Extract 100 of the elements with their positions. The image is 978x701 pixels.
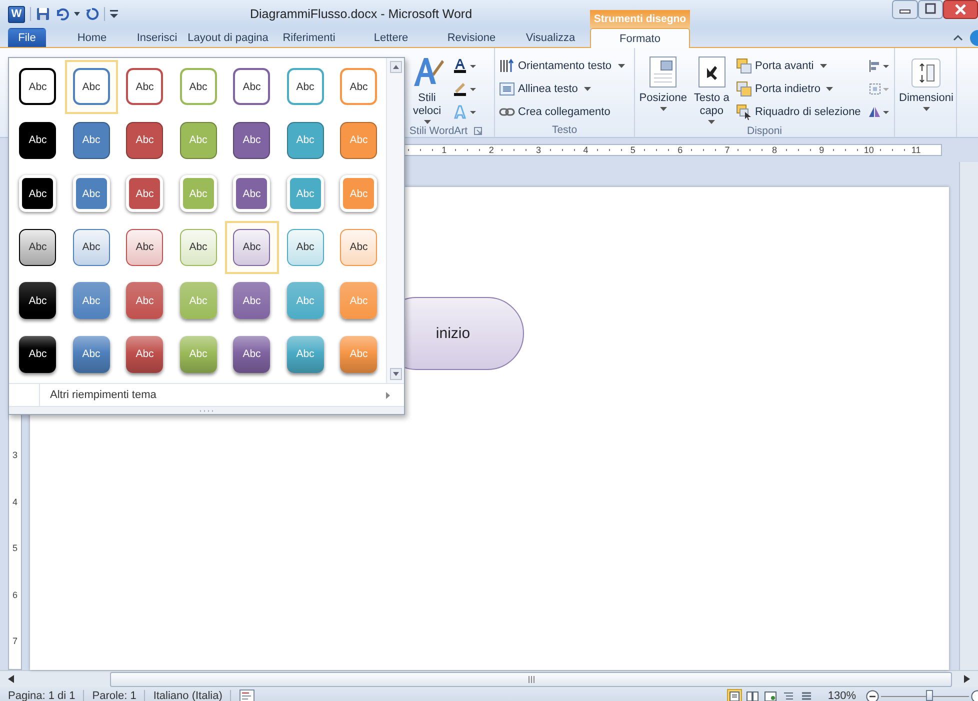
save-icon[interactable] [36, 7, 50, 21]
close-icon[interactable] [943, 0, 978, 19]
shape-style-option[interactable]: Abc [225, 328, 278, 381]
zoom-slider[interactable] [881, 689, 969, 701]
size-icon [911, 58, 942, 88]
scroll-up-icon[interactable] [390, 61, 402, 73]
shape-style-option[interactable]: Abc [118, 328, 172, 381]
shape-style-option[interactable]: Abc [225, 274, 278, 328]
resize-grip[interactable] [9, 406, 404, 414]
shape-style-option[interactable]: Abc [332, 60, 386, 114]
collapse-ribbon-icon[interactable] [953, 34, 963, 41]
gallery-scrollbar[interactable] [386, 58, 404, 384]
shape-style-option[interactable]: Abc [118, 60, 172, 114]
zoom-in-icon[interactable] [971, 690, 978, 701]
shape-style-option[interactable]: Abc [64, 167, 118, 220]
shape-style-option[interactable]: Abc [278, 60, 332, 114]
align-icon[interactable] [868, 58, 890, 73]
redo-icon[interactable] [85, 7, 99, 21]
ruler-number: 5 [12, 542, 18, 555]
ruler-number: 3 [12, 449, 18, 462]
file-tab[interactable]: File [8, 28, 46, 47]
ribbon-tab[interactable]: Home [58, 28, 126, 47]
shape-style-option[interactable]: Abc [64, 328, 118, 381]
shape-style-option[interactable]: Abc [225, 114, 278, 167]
minimize-icon[interactable] [892, 0, 918, 19]
ribbon-button[interactable]: Dimensioni [899, 52, 954, 137]
print-layout-icon [728, 690, 741, 701]
dialog-launcher-icon[interactable] [474, 126, 482, 134]
view-button[interactable] [744, 689, 760, 701]
caret-icon [708, 120, 716, 124]
shape-style-option[interactable]: Abc [118, 114, 172, 167]
maximize-icon[interactable] [918, 0, 943, 19]
ribbon-button[interactable]: Stili veloci [407, 52, 447, 124]
text-fill-icon[interactable] [453, 58, 477, 73]
shape-style-option[interactable]: Abc [64, 220, 118, 274]
zoom-out-icon[interactable] [866, 690, 879, 701]
ribbon-tab[interactable]: Revisione [432, 28, 511, 47]
grip-icon [528, 676, 534, 682]
shape-style-option[interactable]: Abc [64, 60, 118, 114]
ribbon-button[interactable]: Orientamento testo [499, 56, 625, 76]
ribbon-button[interactable]: Porta indietro [736, 78, 864, 99]
shape-style-option[interactable]: Abc [118, 167, 172, 220]
text-effects-icon[interactable] [453, 105, 477, 120]
ribbon-button[interactable]: Crea collegamento [499, 102, 625, 122]
rotate-icon[interactable] [868, 105, 890, 120]
ribbon-tab[interactable]: Lettere [350, 28, 432, 47]
ribbon-button[interactable]: Allinea testo [499, 78, 625, 98]
slider-thumb[interactable] [926, 690, 934, 701]
scroll-right-icon[interactable] [964, 675, 970, 683]
ribbon-button[interactable]: Porta avanti [736, 56, 864, 76]
shape-style-option[interactable]: Abc [11, 60, 64, 114]
scroll-down-icon[interactable] [390, 368, 402, 380]
ribbon-button[interactable]: Posizione [639, 52, 688, 124]
ribbon-tab[interactable]: Formato [590, 28, 690, 48]
ribbon-tab[interactable]: Inserisci [126, 28, 188, 47]
shape-style-option[interactable]: Abc [278, 220, 332, 274]
shape-style-option[interactable]: Abc [118, 274, 172, 328]
proofing-icon[interactable] [239, 689, 256, 701]
shape-style-option[interactable]: Abc [225, 220, 278, 274]
ribbon-button[interactable]: Riquadro di selezione [736, 102, 864, 122]
undo-icon[interactable] [55, 7, 69, 21]
shape-style-option[interactable]: Abc [225, 60, 278, 114]
context-tab-header: Strumenti disegno [590, 10, 690, 28]
shape-style-option[interactable]: Abc [332, 220, 386, 274]
view-button[interactable] [726, 689, 742, 701]
shape-style-option[interactable]: Abc [11, 167, 64, 220]
shape-style-option[interactable]: Abc [11, 220, 64, 274]
page-position-icon [649, 56, 678, 88]
shape-style-option[interactable]: Abc [172, 220, 225, 274]
app-logo[interactable]: W [8, 6, 25, 22]
reading-layout-icon [746, 690, 759, 701]
shape-style-option[interactable]: Abc [11, 274, 64, 328]
shape-style-option[interactable]: Abc [172, 60, 225, 114]
caret-icon [424, 120, 430, 124]
ruler-number: 6 [676, 145, 684, 155]
help-icon[interactable] [969, 30, 978, 46]
shape-style-option[interactable]: Abc [11, 328, 64, 381]
ruler-number: 7 [12, 635, 18, 648]
ribbon-tab[interactable]: Visualizza [511, 28, 590, 47]
vertical-scrollbar[interactable] [959, 162, 978, 670]
view-button[interactable] [762, 689, 778, 701]
ribbon-tab[interactable]: Riferimenti [268, 28, 350, 47]
text-outline-icon[interactable] [453, 82, 477, 96]
ribbon-tab[interactable]: Layout di pagina [188, 28, 268, 47]
shape-style-option[interactable]: Abc [64, 114, 118, 167]
shape-style-option[interactable]: Abc [118, 220, 172, 274]
ribbon-button[interactable]: Testo a capo [691, 52, 732, 124]
customize-menu-icon[interactable] [110, 10, 118, 18]
shape-style-option[interactable]: Abc [225, 167, 278, 220]
scrollbar-thumb[interactable] [110, 672, 952, 686]
ruler-number: 10 [862, 145, 875, 155]
menu-item[interactable]: Altri riempimenti tema [50, 389, 156, 402]
group-icon[interactable] [868, 82, 890, 96]
shape-style-option[interactable]: Abc [11, 114, 64, 167]
draft-icon [800, 690, 813, 701]
caret-icon [820, 64, 827, 68]
caret-icon[interactable] [74, 12, 80, 16]
selection-pane-icon [736, 104, 752, 120]
caret-icon [922, 107, 930, 111]
scroll-left-icon[interactable] [8, 675, 14, 683]
